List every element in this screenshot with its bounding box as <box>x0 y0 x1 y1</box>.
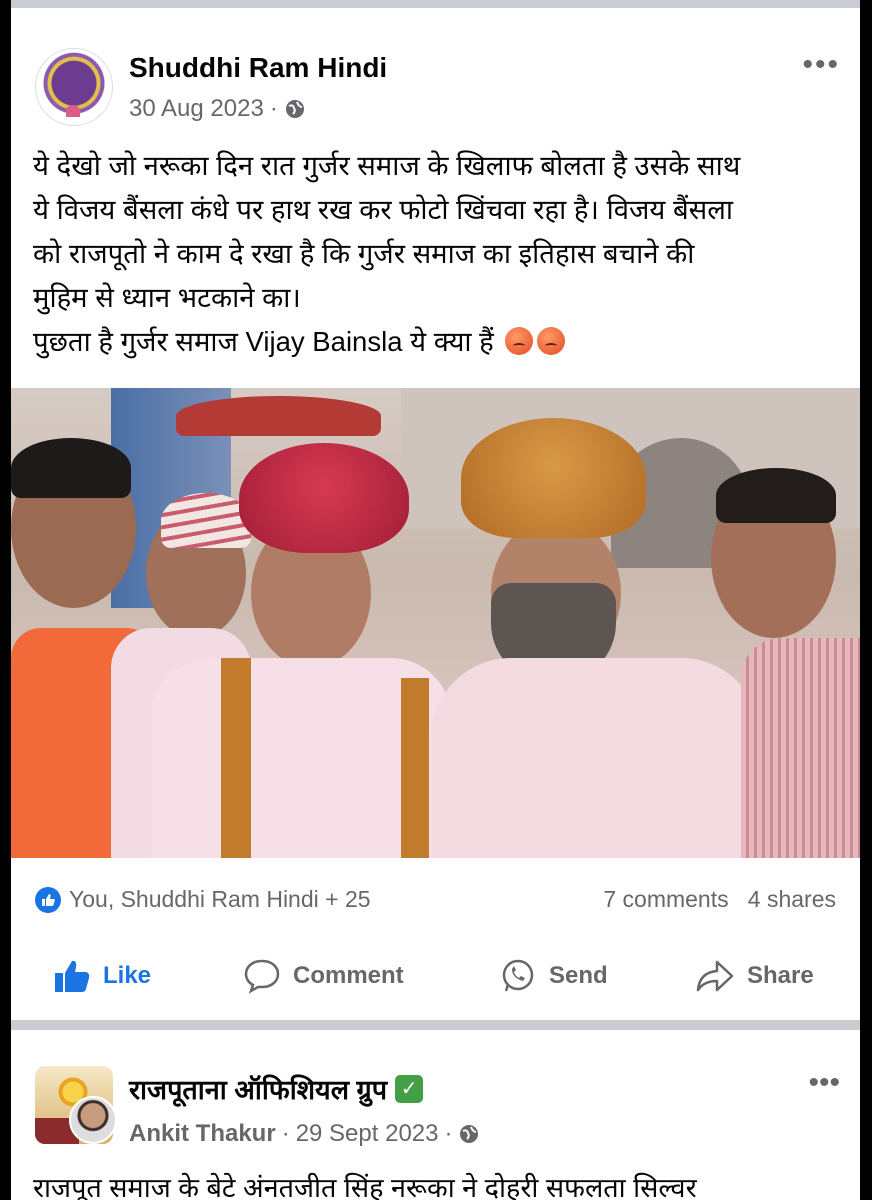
post-date[interactable]: 29 Sept 2023 <box>296 1120 439 1148</box>
photo-person-hair <box>716 468 836 523</box>
comment-icon <box>244 959 280 994</box>
more-options-icon[interactable]: ••• <box>808 1066 840 1100</box>
photo-turban <box>161 493 251 548</box>
reactions-text: You, Shuddhi Ram Hindi + 25 <box>69 886 371 912</box>
share-icon <box>696 960 734 992</box>
photo-red-turban <box>239 443 409 553</box>
page-avatar[interactable] <box>35 48 113 126</box>
author-avatar[interactable] <box>69 1096 117 1144</box>
check-icon: ✓ <box>395 1074 424 1103</box>
meta-separator: · <box>444 1120 453 1147</box>
post-author[interactable]: Ankit Thakur <box>129 1120 276 1148</box>
post-text: ये देखो जो नरूका दिन रात गुर्जर समाज के … <box>33 144 853 364</box>
post-card: Shuddhi Ram Hindi 30 Aug 2023 · ••• ये द… <box>11 8 860 1020</box>
post-date[interactable]: 30 Aug 2023 <box>129 95 264 123</box>
share-label: Share <box>747 962 814 989</box>
post-card: राजपूताना ऑफिशियल ग्रुप ✓ Ankit Thakur ·… <box>11 1030 860 1200</box>
shares-count[interactable]: 4 shares <box>748 886 836 912</box>
photo-shirt <box>741 638 860 858</box>
like-button[interactable]: Like <box>53 958 151 994</box>
photo-scarf <box>401 678 429 858</box>
post-text-line: ये विजय बैंसला कंधे पर हाथ रख कर फोटो खि… <box>33 194 734 225</box>
group-name[interactable]: राजपूताना ऑफिशियल ग्रुप ✓ <box>129 1070 424 1107</box>
photo-person-hair <box>11 438 131 498</box>
comment-button[interactable]: Comment <box>243 958 404 994</box>
send-button[interactable]: Send <box>499 958 608 994</box>
like-reaction-icon <box>35 886 61 913</box>
post-photo[interactable] <box>11 388 860 858</box>
angry-emoji-icon <box>505 327 534 355</box>
globe-icon <box>460 1125 479 1143</box>
comment-label: Comment <box>293 962 404 989</box>
share-button[interactable]: Share <box>695 958 814 994</box>
post-text: राजपूत समाज के बेटे अंनतजीत सिंह नरूका न… <box>33 1173 697 1200</box>
photo-orange-turban <box>461 418 646 538</box>
thumbs-up-icon <box>55 960 90 992</box>
post-actions: Like Comment Send Share <box>11 948 860 998</box>
angry-emoji-icon <box>537 327 566 355</box>
post-text-line: मुहिम से ध्यान भटकाने का। <box>33 282 301 313</box>
send-label: Send <box>549 962 608 989</box>
group-name-label: राजपूताना ऑफिशियल ग्रुप <box>129 1075 388 1105</box>
whatsapp-icon <box>502 959 534 992</box>
post-separator <box>11 1020 860 1030</box>
post-text-line: ये देखो जो नरूका दिन रात गुर्जर समाज के … <box>33 150 741 181</box>
reactions-summary[interactable]: You, Shuddhi Ram Hindi + 25 <box>35 886 371 913</box>
meta-separator: · <box>281 1120 290 1147</box>
post-text-line: को राजपूतो ने काम दे रखा है कि गुर्जर सम… <box>33 238 695 269</box>
more-options-icon[interactable]: ••• <box>802 48 840 82</box>
photo-scarf <box>221 658 251 858</box>
meta-separator: · <box>269 95 278 122</box>
photo-umbrella <box>176 396 381 436</box>
post-text-line-last: पुछता है गुर्जर समाज Vijay Bainsla ये क्… <box>33 320 853 364</box>
globe-icon <box>285 100 304 118</box>
photo-shirt <box>431 658 761 858</box>
post-author[interactable]: Shuddhi Ram Hindi <box>129 52 387 84</box>
post-meta: 30 Aug 2023 · <box>129 95 306 123</box>
post-meta: Ankit Thakur · 29 Sept 2023 · <box>129 1120 480 1148</box>
top-divider <box>11 0 860 8</box>
post-stats: 7 comments 4 shares <box>603 886 836 913</box>
post-text-line: पुछता है गुर्जर समाज Vijay Bainsla ये क्… <box>33 326 494 357</box>
heart-icon <box>66 105 80 117</box>
like-label: Like <box>103 962 152 989</box>
comments-count[interactable]: 7 comments <box>603 886 728 912</box>
